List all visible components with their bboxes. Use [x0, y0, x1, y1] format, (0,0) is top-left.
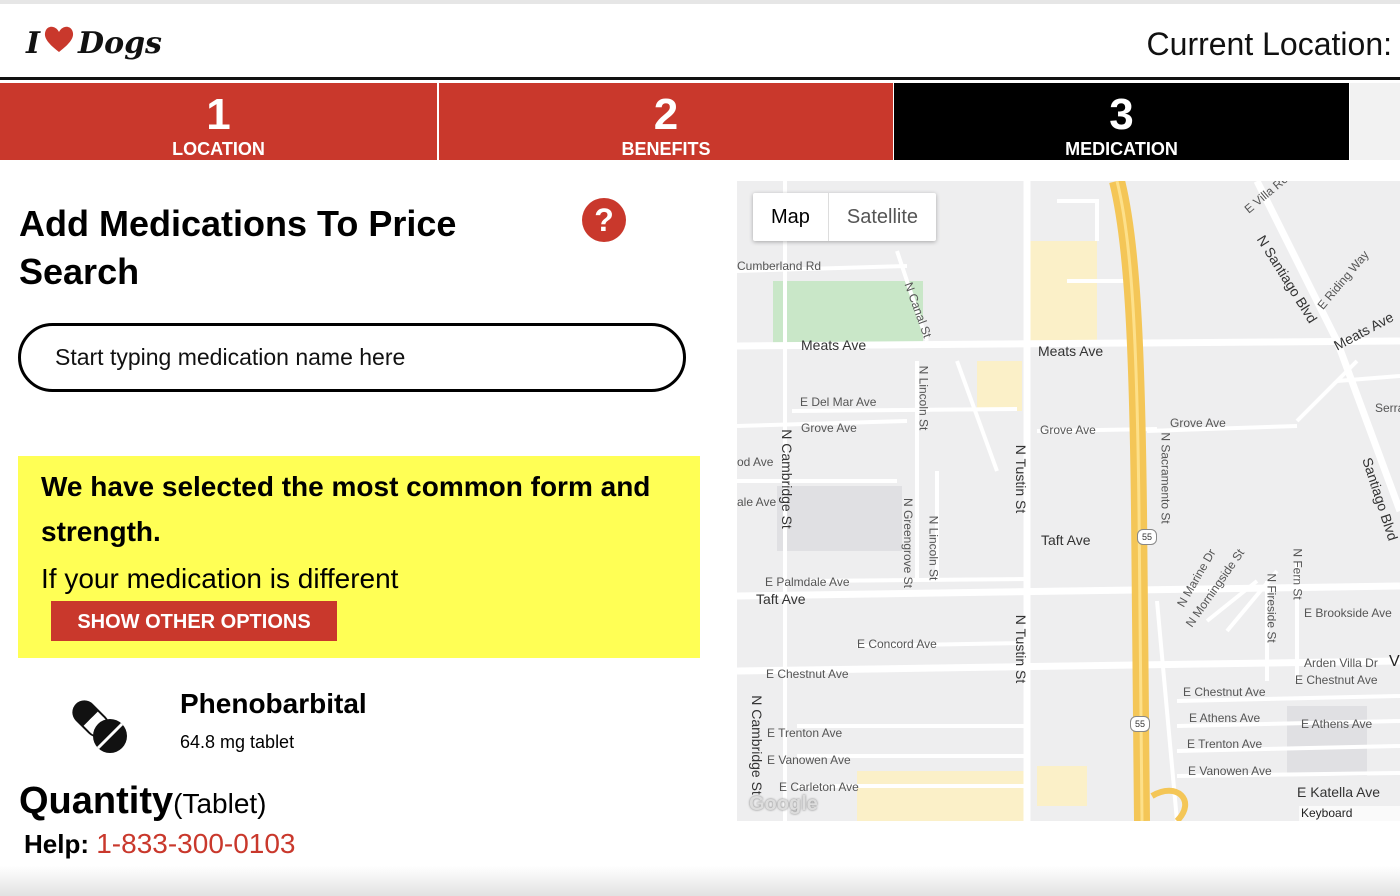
- step-location[interactable]: 1 LOCATION: [0, 83, 437, 160]
- quantity-label: Quantity: [19, 780, 174, 822]
- help-label: Help:: [24, 829, 89, 859]
- map-street-label: N Tustin St: [1013, 614, 1030, 684]
- logo[interactable]: I Dogs: [26, 18, 162, 68]
- map-street-label: E Chestnut Ave: [766, 667, 849, 681]
- step-next: [1350, 83, 1400, 160]
- map-street-label: E Athens Ave: [1189, 711, 1261, 725]
- map-street-label: ale Ave: [737, 495, 777, 509]
- map-street-label: E Vanowen Ave: [1188, 764, 1272, 778]
- map-street-label: E Trenton Ave: [767, 726, 843, 740]
- map-street-label: N Fern St: [1290, 548, 1305, 600]
- step-number: 2: [653, 90, 679, 139]
- heart-icon: [42, 24, 76, 62]
- quantity-heading: Quantity(Tablet): [19, 780, 267, 823]
- map-toggle-map[interactable]: Map: [753, 193, 828, 241]
- map-toggle-satellite[interactable]: Satellite: [827, 193, 936, 241]
- step-medication[interactable]: 3 MEDICATION: [894, 83, 1349, 160]
- map-street-label: E Katella Ave: [1297, 784, 1381, 800]
- step-label: BENEFITS: [621, 139, 711, 159]
- map-street-label: Grove Ave: [1170, 416, 1226, 430]
- highway-shield-icon: 55: [1130, 716, 1150, 732]
- progress-steps: 1 LOCATION 2 BENEFITS 3 MEDICATION: [0, 83, 1400, 160]
- map-street-label: E Carleton Ave: [779, 780, 859, 794]
- help-phone-link[interactable]: 1-833-300-0103: [96, 828, 295, 859]
- map-street-label: E Concord Ave: [857, 637, 937, 651]
- map-street-label: Taft Ave: [756, 591, 806, 607]
- map-street-label: Cumberland Rd: [737, 259, 822, 273]
- medication-form: 64.8 mg tablet: [180, 732, 295, 752]
- map-street-label: N Lincoln St: [926, 515, 941, 581]
- logo-text-i: I: [26, 25, 41, 61]
- map-street-label: Grove Ave: [801, 421, 857, 435]
- medication-search-input[interactable]: [18, 323, 686, 392]
- map-street-label: E Del Mar Ave: [800, 395, 877, 409]
- map-street-label: N Cambridge St: [778, 429, 795, 529]
- notice-text: If your medication is different: [41, 563, 399, 594]
- map-street-label: E Palmdale Ave: [765, 575, 850, 589]
- map-street-label: E Brookside Ave: [1304, 606, 1392, 620]
- page-title: Add Medications To Price Search: [19, 203, 457, 292]
- highway-shield-icon: 55: [1137, 529, 1157, 545]
- quantity-unit: (Tablet): [173, 788, 267, 819]
- bottom-shadow: [0, 866, 1400, 896]
- step-label: MEDICATION: [1065, 139, 1178, 159]
- site-header: I Dogs Current Location:: [0, 4, 1400, 78]
- map-street-label: Meats Ave: [801, 337, 867, 353]
- map-street-label: od Ave: [737, 455, 774, 469]
- step-number: 3: [1109, 90, 1134, 139]
- map-street-label: N Fireside St: [1264, 573, 1279, 643]
- map-street-label: N Lincoln St: [916, 365, 931, 431]
- map-view[interactable]: Cumberland Rd Meats Ave Meats Ave Meats …: [737, 181, 1400, 821]
- map-street-label: E Athens Ave: [1301, 717, 1373, 731]
- map-street-label: E Chestnut Ave: [1295, 673, 1378, 687]
- medication-name: Phenobarbital: [180, 688, 367, 719]
- step-number: 1: [206, 90, 231, 139]
- notice-heading: We have selected the most common form an…: [41, 471, 651, 547]
- keyboard-shortcuts-link[interactable]: Keyboard shortcuts: [1299, 806, 1400, 821]
- google-logo: Google: [749, 793, 818, 815]
- map-street-label: Arden Villa Dr: [1304, 656, 1378, 670]
- map-street-label: Meats Ave: [1038, 343, 1104, 359]
- map-street-label: Grove Ave: [1040, 423, 1096, 437]
- step-benefits[interactable]: 2 BENEFITS: [439, 83, 893, 160]
- header-divider: [0, 77, 1400, 80]
- form-notice-box: We have selected the most common form an…: [18, 456, 700, 658]
- map-street-label: E Trenton Ave: [1187, 737, 1263, 751]
- step-label: LOCATION: [172, 139, 265, 159]
- map-street-label: N Tustin St: [1013, 444, 1030, 514]
- pill-icon: [66, 692, 132, 758]
- map-street-label: N Sacramento St: [1158, 432, 1173, 524]
- logo-text-dogs: Dogs: [78, 25, 162, 61]
- map-street-label: N Greengrove St: [901, 497, 916, 589]
- help-question-icon[interactable]: ?: [582, 198, 626, 242]
- map-street-label: V: [1389, 653, 1400, 670]
- show-other-options-button[interactable]: SHOW OTHER OPTIONS: [51, 601, 337, 641]
- help-line: Help: 1-833-300-0103: [24, 828, 296, 860]
- map-street-label: Taft Ave: [1041, 532, 1091, 548]
- current-location-label: Current Location:: [1146, 26, 1392, 62]
- map-type-toggle: Map Satellite: [753, 193, 937, 241]
- map-street-label: E Chestnut Ave: [1183, 685, 1266, 699]
- map-street-label: N Cambridge St: [748, 695, 765, 795]
- map-street-label: E Vanowen Ave: [767, 753, 851, 767]
- map-street-label: Serran: [1375, 401, 1400, 415]
